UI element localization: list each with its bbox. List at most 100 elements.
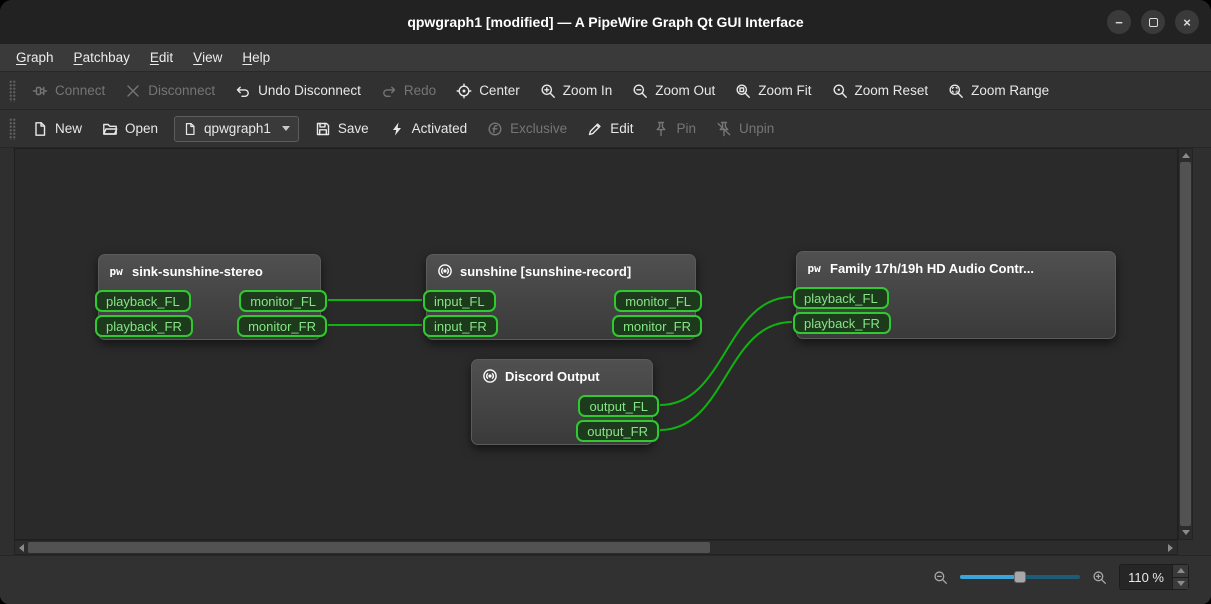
horizontal-scrollbar[interactable] [14,540,1178,555]
node-header: pw sink-sunshine-stereo [99,255,320,283]
undo-icon [236,86,249,97]
zoom-spinbox[interactable]: 110 % [1119,564,1189,590]
edit-icon [589,122,601,135]
save-icon [316,122,330,135]
zoom-slider-handle[interactable] [1014,571,1027,583]
unpin-icon [717,121,731,136]
menu-item-patchbay[interactable]: Patchbay [64,44,140,71]
window-title: qpwgraph1 [modified] — A PipeWire Graph … [407,14,804,30]
port-label: input_FR [434,318,487,334]
spin-down-button[interactable] [1173,577,1188,589]
toolbar-button-label: Edit [610,121,634,136]
minimize-button[interactable]: − [1107,10,1131,34]
pipewire-icon: pw [110,265,124,278]
record-icon [438,264,452,278]
toolbar-button-edit[interactable]: Edit [577,115,643,143]
port-label: output_FR [587,423,648,439]
svg-text:pw: pw [808,262,822,275]
toolbar-grip[interactable] [9,79,16,102]
port-playback-fl[interactable]: playback_FL [793,287,889,309]
toolbar-button-unpin[interactable]: Unpin [706,115,784,143]
toolbar-button-disconnect[interactable]: Disconnect [115,77,225,105]
menu-item-graph[interactable]: Graph [6,44,64,71]
port-output-fr[interactable]: output_FR [576,420,659,442]
toolbar-button-undo-disconnect[interactable]: Undo Disconnect [225,77,371,105]
node-title: Family 17h/19h HD Audio Contr... [830,260,1034,276]
port-monitor-fr[interactable]: monitor_FR [612,315,702,337]
toolbar-button-zoom-reset[interactable]: Zoom Reset [822,77,939,105]
port-monitor-fl[interactable]: monitor_FL [239,290,327,312]
toolbar-button-connect[interactable]: Connect [22,77,115,105]
port-input-fl[interactable]: input_FL [423,290,496,312]
zoom-slider[interactable] [960,569,1081,585]
graph-canvas[interactable]: pw sink-sunshine-stereo playback_FL playbac… [14,148,1178,540]
record-icon [483,369,497,383]
scroll-down-arrow[interactable] [1179,526,1192,539]
port-input-fr[interactable]: input_FR [423,315,498,337]
node-title: sink-sunshine-stereo [132,263,263,279]
toolbar-button-zoom-fit[interactable]: Zoom Fit [725,77,821,105]
toolbar-button-label: Connect [55,83,106,98]
port-playback-fr[interactable]: playback_FR [793,312,891,334]
menu-item-help[interactable]: Help [232,44,280,71]
port-monitor-fr[interactable]: monitor_FR [237,315,327,337]
toolbar-button-zoom-in[interactable]: Zoom In [530,77,623,105]
node-header: Discord Output [472,360,652,388]
port-playback-fr[interactable]: playback_FR [95,315,193,337]
port-label: playback_FL [106,293,180,309]
node-sunshine[interactable]: sunshine [sunshine-record] input_FL input_… [423,254,702,340]
toolbar-button-new[interactable]: New [22,115,92,143]
menu-item-edit[interactable]: Edit [140,44,183,71]
session-combobox[interactable]: qpwgraph1 [174,115,299,142]
port-playback-fl[interactable]: playback_FL [95,290,191,312]
port-output-fl[interactable]: output_FL [578,395,659,417]
toolbar-main: Connect Disconnect Undo Disconnect Redo Cent… [0,72,1211,110]
vertical-scrollbar-thumb[interactable] [1180,162,1191,526]
vertical-scrollbar-track[interactable] [1179,162,1192,526]
toolbar-button-zoom-range[interactable]: Zoom Range [938,77,1059,105]
zoom-slider-fill [960,575,1021,579]
pin-icon [656,121,666,136]
toolbar-button-save[interactable]: Save [305,115,379,143]
toolbar-button-exclusive[interactable]: Exclusive [477,115,577,143]
zoom-in-icon [541,84,555,98]
zoom-in-icon[interactable] [1092,570,1107,585]
scroll-right-arrow[interactable] [1164,541,1177,554]
menu-item-view[interactable]: View [183,44,232,71]
scroll-up-arrow[interactable] [1179,149,1192,162]
node-sink-sunshine-stereo[interactable]: pw sink-sunshine-stereo playback_FLplaybac… [95,254,327,340]
horizontal-scrollbar-track[interactable] [28,541,1164,554]
toolbar-button-label: Disconnect [148,83,216,98]
app-window: qpwgraph1 [modified] — A PipeWire Graph … [0,0,1211,604]
node-title: Discord Output [505,368,600,384]
toolbar-button-pin[interactable]: Pin [643,115,706,143]
maximize-button[interactable] [1141,10,1165,34]
toolbar-button-open[interactable]: Open [92,115,168,143]
toolbar-button-label: Zoom Fit [758,83,812,98]
center-icon [456,83,472,98]
triangle-up-icon [1176,568,1185,574]
toolbar-button-zoom-out[interactable]: Zoom Out [622,77,725,105]
scroll-left-arrow[interactable] [15,541,28,554]
connection-edges [327,296,793,431]
zoom-out-icon[interactable] [933,570,948,585]
toolbar-button-label: Undo Disconnect [258,83,361,98]
bolt-icon [392,122,401,135]
vertical-scrollbar[interactable] [1178,148,1193,540]
spin-up-button[interactable] [1173,565,1188,578]
session-combobox-value: qpwgraph1 [204,121,271,136]
toolbar-button-center[interactable]: Center [446,77,530,105]
close-button[interactable]: × [1175,10,1199,34]
node-discord-output[interactable]: Discord Output output_FL output_FR [471,359,659,445]
toolbar-button-label: Zoom In [562,83,613,98]
horizontal-scrollbar-thumb[interactable] [28,542,710,553]
port-label: input_FL [434,293,485,309]
toolbar-button-activated[interactable]: Activated [379,115,478,143]
node-family-audio[interactable]: pw Family 17h/19h HD Audio Contr... playba… [793,251,1116,339]
toolbar-grip[interactable] [9,117,16,140]
menubar: Graph Patchbay Edit View Help [0,44,1211,72]
toolbar-button-redo[interactable]: Redo [371,77,446,105]
port-monitor-fl[interactable]: monitor_FL [614,290,702,312]
titlebar[interactable]: qpwgraph1 [modified] — A PipeWire Graph … [0,0,1211,44]
zoom-out-icon [934,570,948,584]
